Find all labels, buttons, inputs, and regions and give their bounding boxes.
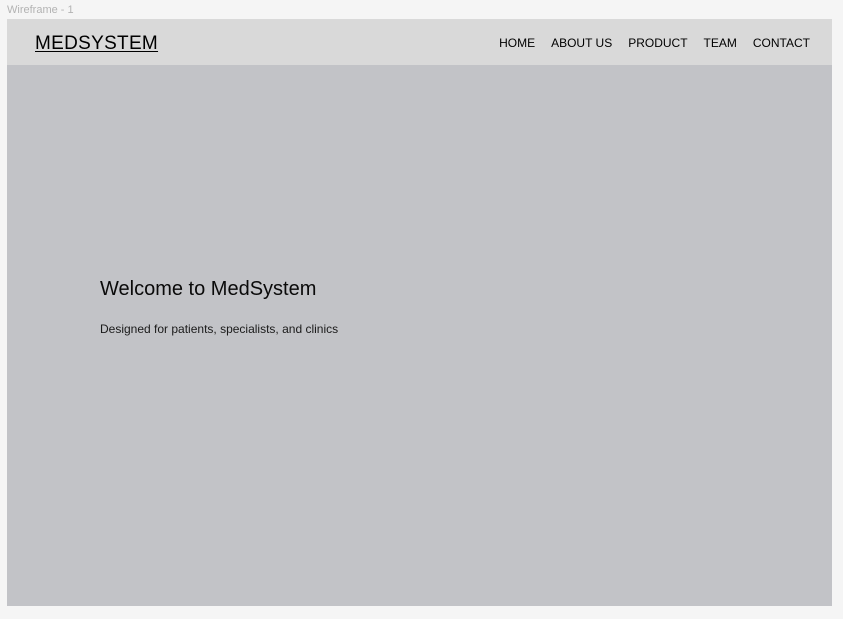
nav-item-product[interactable]: PRODUCT bbox=[628, 36, 687, 50]
wireframe-frame: MEDSYSTEM HOME ABOUT US PRODUCT TEAM CON… bbox=[7, 19, 832, 606]
frame-label: Wireframe - 1 bbox=[7, 4, 74, 16]
nav-item-about-us[interactable]: ABOUT US bbox=[551, 36, 612, 50]
hero-title: Welcome to MedSystem bbox=[100, 278, 317, 300]
nav-item-team[interactable]: TEAM bbox=[704, 36, 737, 50]
hero-subtitle: Designed for patients, specialists, and … bbox=[100, 322, 339, 336]
logo-link[interactable]: MEDSYSTEM bbox=[35, 33, 158, 55]
nav-menu: HOME ABOUT US PRODUCT TEAM CONTACT bbox=[499, 36, 810, 50]
navbar: MEDSYSTEM HOME ABOUT US PRODUCT TEAM CON… bbox=[7, 19, 832, 65]
nav-item-contact[interactable]: CONTACT bbox=[753, 36, 810, 50]
nav-item-home[interactable]: HOME bbox=[499, 36, 535, 50]
